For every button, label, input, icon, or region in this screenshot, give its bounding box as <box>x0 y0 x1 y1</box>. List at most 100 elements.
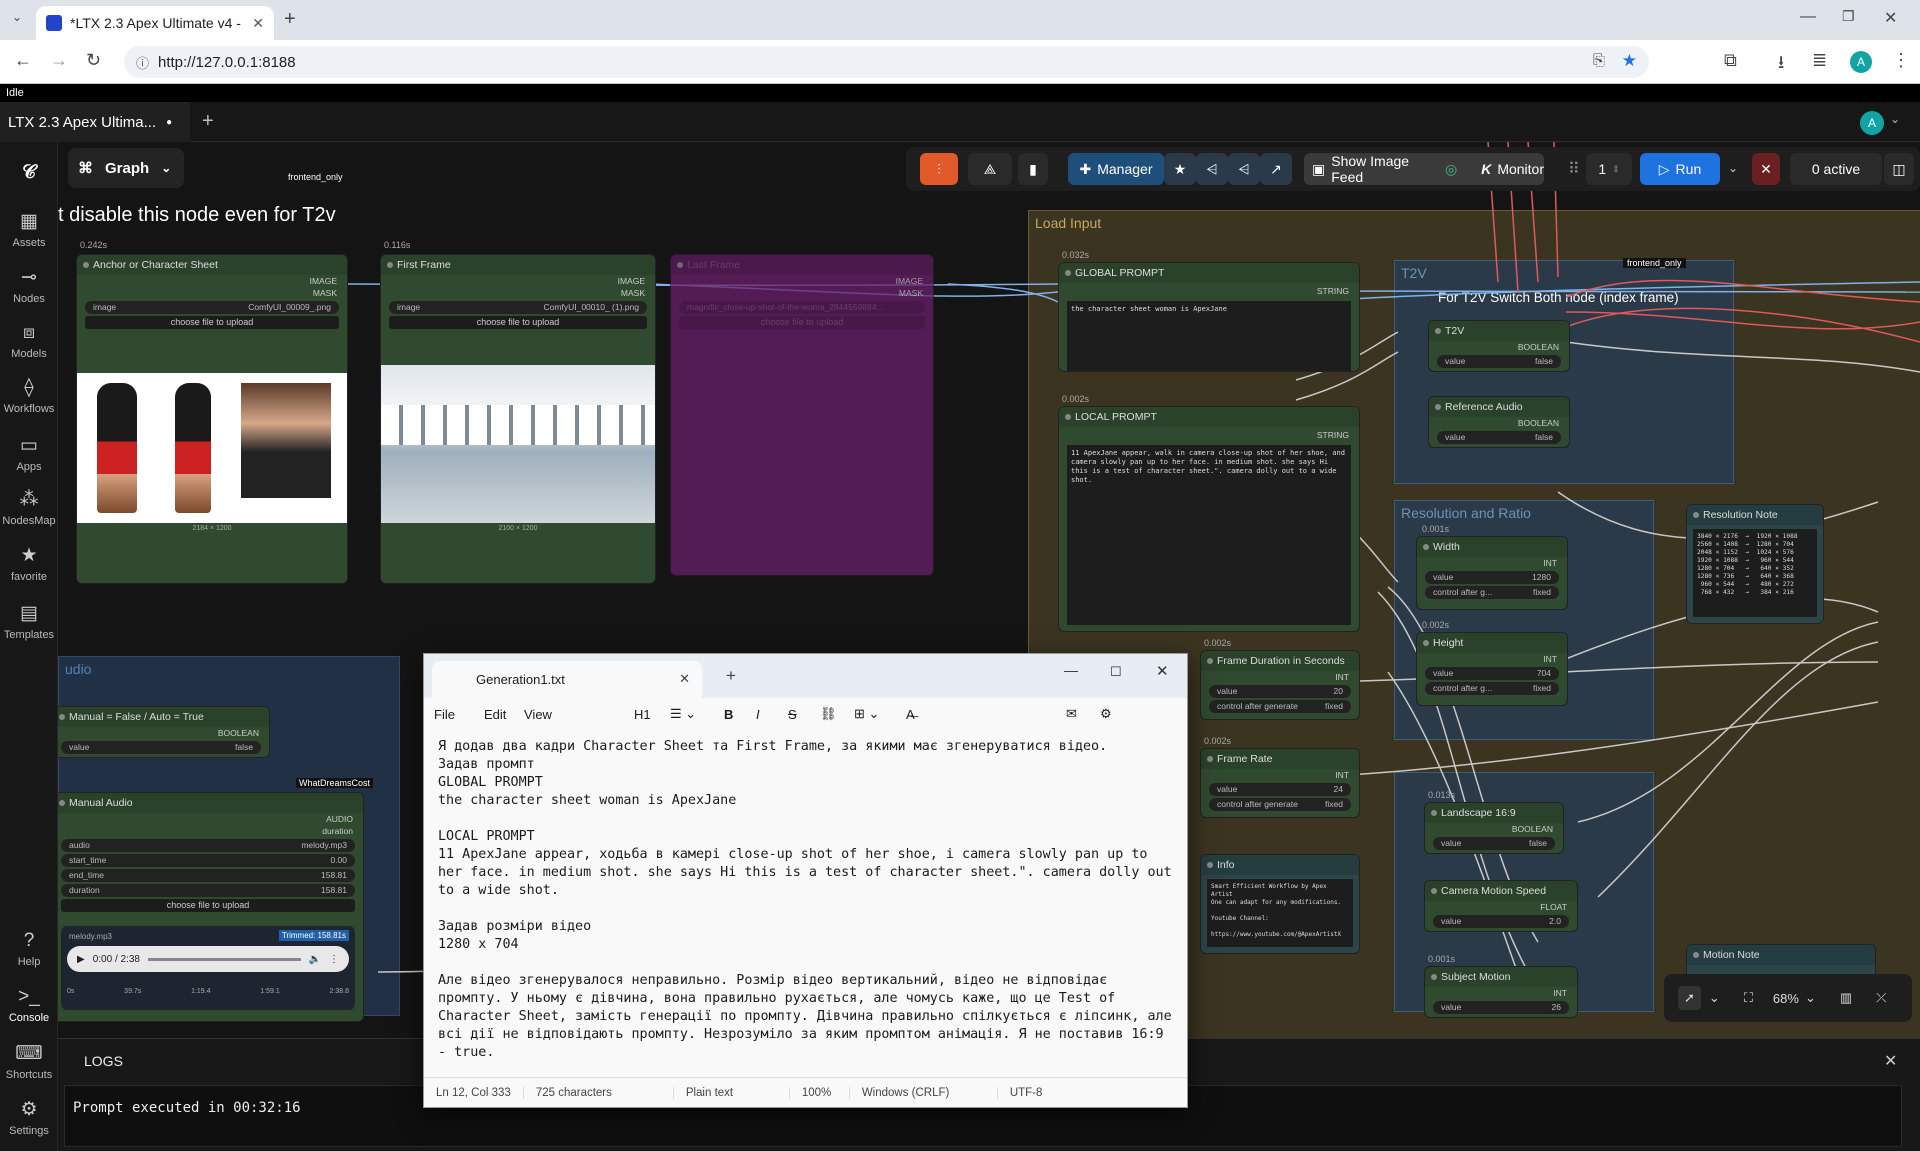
sidebar-item-help[interactable]: ? Help <box>0 930 58 968</box>
back-icon[interactable]: ← <box>14 50 32 71</box>
node-landscape[interactable]: Landscape 16:9 BOOLEAN value false <box>1424 802 1564 854</box>
new-tab-icon[interactable]: + <box>726 666 736 686</box>
control-widget[interactable]: control after g... fixed <box>1425 586 1559 599</box>
prompt-textarea[interactable]: the character sheet woman is ApexJane <box>1067 301 1351 371</box>
node-subject-motion[interactable]: Subject Motion INT value 26 <box>1424 966 1578 1018</box>
link-icon[interactable]: ⛓ <box>820 706 854 722</box>
sidebar-item-apps[interactable]: ▭ Apps <box>0 434 58 473</box>
minimap-icon[interactable]: ▥ <box>1840 990 1852 1006</box>
site-info-icon[interactable]: ⓘ <box>136 53 149 72</box>
forward-icon[interactable]: → <box>50 50 68 71</box>
close-tab-icon[interactable]: ✕ <box>252 15 264 32</box>
output-image[interactable]: IMAGE <box>381 275 655 287</box>
play-icon[interactable]: ▶ <box>77 954 85 965</box>
restore-icon[interactable]: ❐ <box>1842 8 1855 25</box>
new-tab-icon[interactable]: + <box>284 8 296 31</box>
show-image-feed-button[interactable]: Show Image Feed <box>1331 153 1439 185</box>
close-window-icon[interactable]: ✕ <box>1156 662 1169 680</box>
tool-a-button[interactable]: ⩤ <box>1196 153 1228 185</box>
fit-view-icon[interactable]: ⛶ <box>1744 990 1753 1006</box>
output-mask[interactable]: MASK <box>671 287 933 299</box>
image-combo[interactable]: magnific_close-up-shot-of-the-woma_28445… <box>679 301 925 314</box>
table-icon[interactable]: ⊞ ⌄ <box>854 706 906 722</box>
node-resolution-note[interactable]: Resolution Note 3840 × 2176 → 1920 × 108… <box>1686 504 1824 624</box>
bookmark-star-icon[interactable]: ★ <box>1622 51 1637 71</box>
sidebar-item-nodesmap[interactable]: ⁂ NodesMap <box>0 488 58 527</box>
note-text[interactable]: 3840 × 2176 → 1920 × 1088 2560 × 1408 → … <box>1693 529 1817 617</box>
tab-search-icon[interactable]: ⌄ <box>12 10 22 24</box>
output-boolean[interactable]: BOOLEAN <box>1425 823 1563 835</box>
zoom-level[interactable]: 68% <box>1773 991 1799 1006</box>
share-button[interactable]: ↗ <box>1260 153 1292 185</box>
minimize-icon[interactable]: — <box>1800 8 1816 26</box>
upload-button[interactable]: choose file to upload <box>61 899 355 912</box>
bookmark-button[interactable]: ▮ <box>1018 153 1048 185</box>
audio-wave-button[interactable]: ⫶ <box>920 153 958 185</box>
output-int[interactable]: INT <box>1201 769 1359 781</box>
install-app-icon[interactable]: ⎘ <box>1593 52 1605 69</box>
user-menu-chevron-icon[interactable]: ⌄ <box>1890 112 1900 126</box>
output-boolean[interactable]: BOOLEAN <box>1429 417 1569 429</box>
number-widget[interactable]: value 1280 <box>1425 571 1559 584</box>
control-widget[interactable]: control after generate fixed <box>1209 700 1351 713</box>
note-text[interactable]: Smart Efficient Workflow by Apex Artist … <box>1207 879 1353 947</box>
list-icon[interactable]: ☰ ⌄ <box>670 706 724 722</box>
download-icon[interactable]: ⭳ <box>1778 50 1784 80</box>
notepad-titlebar[interactable]: Generation1.txt ✕ + — ☐ ✕ <box>424 654 1187 698</box>
audio-combo[interactable]: audio melody.mp3 <box>61 839 355 852</box>
node-frame-duration[interactable]: Frame Duration in Seconds INT value 20 co… <box>1200 650 1360 720</box>
minimize-icon[interactable]: — <box>1064 662 1078 678</box>
node-anchor-character-sheet[interactable]: Anchor or Character Sheet IMAGE MASK ima… <box>76 254 348 584</box>
tool-b-button[interactable]: ⩤ <box>1228 153 1260 185</box>
upload-button[interactable]: choose file to upload <box>679 316 925 329</box>
logo-button[interactable]: ⟁ <box>968 153 1012 185</box>
duration-widget[interactable]: duration 158.81 <box>61 884 355 897</box>
node-width[interactable]: Width INT value 1280 control after g... fi… <box>1416 536 1568 610</box>
clear-format-icon[interactable]: A̶ <box>906 707 1066 722</box>
output-string[interactable]: STRING <box>1059 429 1359 441</box>
control-widget[interactable]: control after generate fixed <box>1209 798 1351 811</box>
browser-tab[interactable]: *LTX 2.3 Apex Ultimate v4 - Cor ✕ <box>36 6 274 40</box>
end-time-widget[interactable]: end_time 158.81 <box>61 869 355 882</box>
node-frame-rate[interactable]: Frame Rate INT value 24 control after gen… <box>1200 748 1360 818</box>
image-combo[interactable]: image ComfyUI_00010_ (1).png <box>389 301 647 314</box>
node-manual-audio[interactable]: Manual Audio AUDIO duration audio melody.… <box>58 792 364 1022</box>
browser-menu-icon[interactable]: ⋮ <box>1892 50 1910 71</box>
strikethrough-icon[interactable]: S <box>788 707 820 722</box>
output-image[interactable]: IMAGE <box>77 275 347 287</box>
heading-select[interactable]: H1 <box>634 707 670 722</box>
node-height[interactable]: Height INT value 704 control after g... fi… <box>1416 632 1568 706</box>
toggle-widget[interactable]: value false <box>61 741 261 754</box>
monitor-button[interactable]: Monitor <box>1497 161 1544 177</box>
output-int[interactable]: INT <box>1425 987 1577 999</box>
new-workflow-icon[interactable]: + <box>202 110 214 133</box>
node-global-prompt[interactable]: GLOBAL PROMPT STRING the character sheet… <box>1058 262 1360 372</box>
number-widget[interactable]: value 704 <box>1425 667 1559 680</box>
node-last-frame[interactable]: Last Frame IMAGE MASK magnific_close-up-… <box>670 254 934 576</box>
settings-gear-icon[interactable]: ⚙ <box>1100 706 1120 722</box>
notepad-text-area[interactable]: Я додав два кадри Character Sheet та Fir… <box>424 730 1187 1077</box>
control-widget[interactable]: control after g... fixed <box>1425 682 1559 695</box>
number-widget[interactable]: value 26 <box>1433 1001 1569 1014</box>
node-camera-motion-speed[interactable]: Camera Motion Speed FLOAT value 2.0 <box>1424 880 1578 932</box>
volume-icon[interactable]: 🔈 <box>309 954 321 965</box>
toggle-panel-button[interactable]: ◫ <box>1884 153 1914 185</box>
output-image[interactable]: IMAGE <box>671 275 933 287</box>
cancel-run-button[interactable]: ✕ <box>1752 153 1780 185</box>
maximize-icon[interactable]: ☐ <box>1110 664 1122 680</box>
sidebar-item-console[interactable]: >_ Console <box>0 986 58 1024</box>
stepper-icon[interactable]: ⇕ <box>1612 164 1620 175</box>
number-widget[interactable]: value 24 <box>1209 783 1351 796</box>
hide-links-icon[interactable]: ⤫ <box>1876 990 1886 1006</box>
reading-list-icon[interactable]: ≣ <box>1812 50 1827 71</box>
output-int[interactable]: INT <box>1417 653 1567 665</box>
profile-avatar[interactable]: A <box>1850 51 1872 73</box>
run-button[interactable]: ▷ Run <box>1640 153 1720 185</box>
user-avatar[interactable]: A <box>1860 111 1884 135</box>
zoom-menu-chevron-icon[interactable]: ⌄ <box>1805 990 1816 1006</box>
run-options-chevron-icon[interactable]: ⌄ <box>1728 161 1738 175</box>
graph-mode-button[interactable]: ⌘ Graph ⌄ <box>68 148 184 188</box>
toggle-widget[interactable]: value false <box>1437 431 1561 444</box>
menu-file[interactable]: File <box>434 707 484 722</box>
output-string[interactable]: STRING <box>1059 285 1359 297</box>
